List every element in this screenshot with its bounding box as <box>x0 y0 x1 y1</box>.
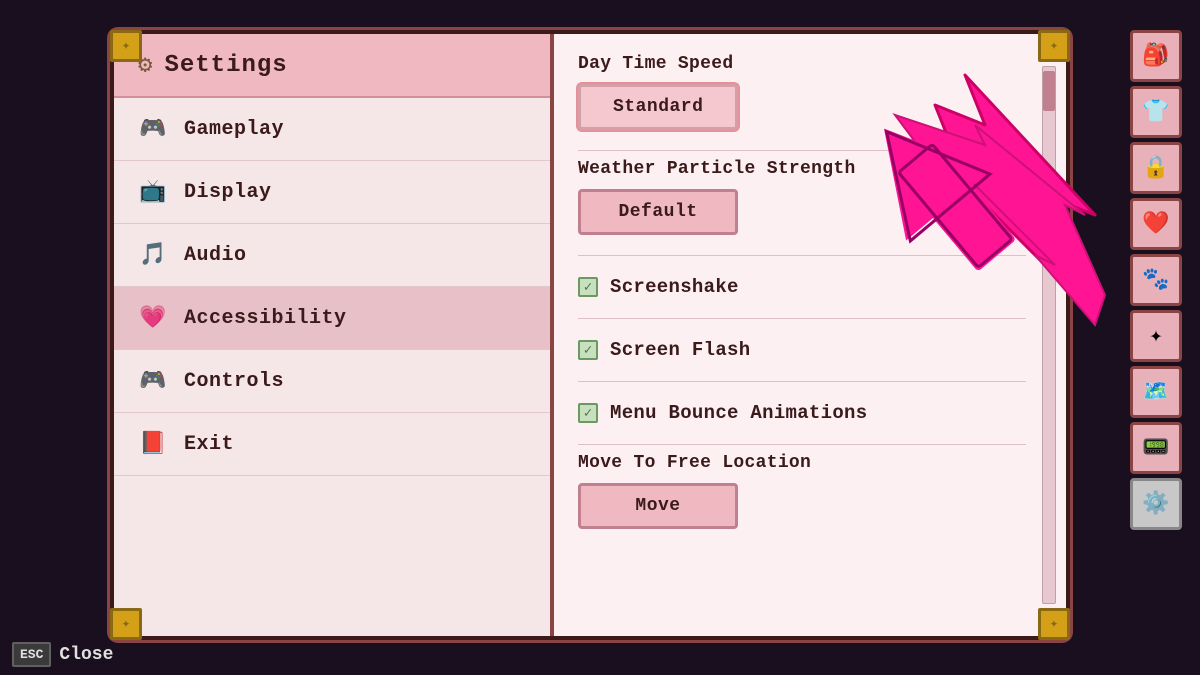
corner-decoration-bl <box>110 608 142 640</box>
sidebar-item-exit[interactable]: 📕 Exit <box>114 413 550 476</box>
settings-book: ⚙ Settings 🎮 Gameplay 📺 Display 🎵 Audio … <box>110 30 1070 640</box>
right-icon-clothes[interactable]: 👕 <box>1130 86 1182 138</box>
menu-bounce-label: Menu Bounce Animations <box>610 402 867 424</box>
sidebar-item-gameplay[interactable]: 🎮 Gameplay <box>114 98 550 161</box>
move-location-label: Move To Free Location <box>578 453 1026 473</box>
right-icon-map[interactable]: 🗺️ <box>1130 366 1182 418</box>
accessibility-label: Accessibility <box>184 307 347 330</box>
sidebar-item-display[interactable]: 📺 Display <box>114 161 550 224</box>
controls-icon: 🎮 <box>138 368 168 394</box>
screenshake-checkbox[interactable] <box>578 277 598 297</box>
scroll-thumb[interactable] <box>1043 71 1055 111</box>
close-label: Close <box>59 645 113 665</box>
day-time-speed-label: Day Time Speed <box>578 54 1026 74</box>
right-icon-star[interactable]: ✦ <box>1130 310 1182 362</box>
scrollbar[interactable]: ▲ ▼ <box>1040 44 1058 626</box>
display-label: Display <box>184 181 272 204</box>
controls-label: Controls <box>184 370 284 393</box>
screenshake-row: Screenshake <box>578 264 1026 310</box>
settings-content: Day Time Speed Standard Weather Particle… <box>554 34 1066 636</box>
sidebar-item-accessibility[interactable]: 💗 Accessibility <box>114 287 550 350</box>
move-location-group: Move To Free Location Move <box>578 453 1026 529</box>
right-icon-pet[interactable]: 🐾 <box>1130 254 1182 306</box>
sidebar-item-controls[interactable]: 🎮 Controls <box>114 350 550 413</box>
screen-flash-checkbox[interactable] <box>578 340 598 360</box>
right-icon-device[interactable]: 📟 <box>1130 422 1182 474</box>
display-icon: 📺 <box>138 179 168 205</box>
right-icon-bar: 🎒 👕 🔒 ❤️ 🐾 ✦ 🗺️ 📟 ⚙️ <box>1130 30 1190 530</box>
gameplay-icon: 🎮 <box>138 116 168 142</box>
corner-decoration-tl <box>110 30 142 62</box>
esc-key[interactable]: ESC <box>12 642 51 667</box>
screenshake-label: Screenshake <box>610 276 739 298</box>
settings-list: Day Time Speed Standard Weather Particle… <box>554 34 1066 636</box>
menu-bounce-row: Menu Bounce Animations <box>578 390 1026 436</box>
screen-flash-label: Screen Flash <box>610 339 750 361</box>
audio-icon: 🎵 <box>138 242 168 268</box>
exit-icon: 📕 <box>138 431 168 457</box>
screen-flash-row: Screen Flash <box>578 327 1026 373</box>
right-icon-heart[interactable]: ❤️ <box>1130 198 1182 250</box>
audio-label: Audio <box>184 244 247 267</box>
divider-4 <box>578 381 1026 382</box>
divider-3 <box>578 318 1026 319</box>
weather-particle-button[interactable]: Default <box>578 189 738 235</box>
day-time-speed-button[interactable]: Standard <box>578 84 738 130</box>
divider-5 <box>578 444 1026 445</box>
exit-label: Exit <box>184 433 234 456</box>
close-bar: ESC Close <box>0 634 125 675</box>
menu-bounce-checkbox[interactable] <box>578 403 598 423</box>
gameplay-label: Gameplay <box>184 118 284 141</box>
settings-title: Settings <box>164 52 287 79</box>
corner-decoration-tr <box>1038 30 1070 62</box>
right-icon-settings[interactable]: ⚙️ <box>1130 478 1182 530</box>
divider-2 <box>578 255 1026 256</box>
scroll-track <box>1042 66 1056 604</box>
right-icon-lock[interactable]: 🔒 <box>1130 142 1182 194</box>
day-time-speed-group: Day Time Speed Standard <box>578 54 1026 130</box>
accessibility-icon: 💗 <box>138 305 168 331</box>
right-icon-backpack[interactable]: 🎒 <box>1130 30 1182 82</box>
move-location-button[interactable]: Move <box>578 483 738 529</box>
weather-particle-label: Weather Particle Strength <box>578 159 1026 179</box>
settings-header: ⚙ Settings <box>114 34 550 98</box>
settings-sidebar: ⚙ Settings 🎮 Gameplay 📺 Display 🎵 Audio … <box>114 34 554 636</box>
corner-decoration-br <box>1038 608 1070 640</box>
sidebar-item-audio[interactable]: 🎵 Audio <box>114 224 550 287</box>
weather-particle-group: Weather Particle Strength Default <box>578 159 1026 235</box>
divider-1 <box>578 150 1026 151</box>
